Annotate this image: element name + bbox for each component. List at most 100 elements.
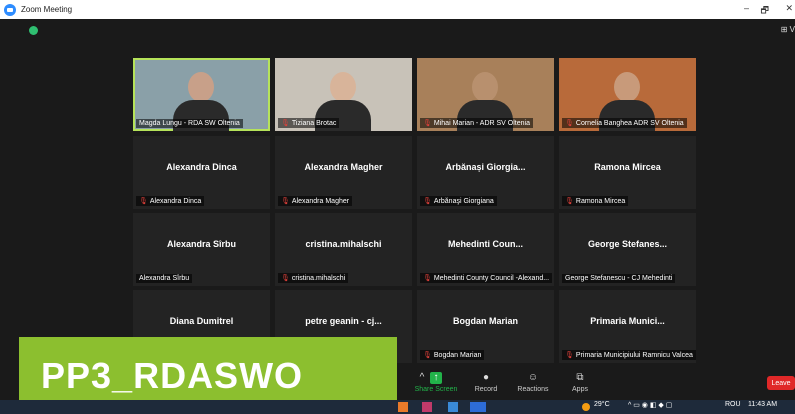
participant-nameplate: 🎙 Tiziana Brotac [278,118,340,128]
participant-video-figure [614,72,640,102]
muted-mic-icon: 🎙 [565,120,574,127]
title-bar: Zoom Meeting – 🗗 ✕ [0,0,795,19]
participant-tile[interactable]: 🎙 Cornelia Banghea ADR SV Oltenia [559,58,696,131]
participant-nameplate-label: Mehedinti County Council -Alexand... [433,275,550,282]
weather-icon [582,403,590,411]
participant-nameplate-label: Arbănaşi Giorgiana [433,198,494,205]
reactions-button[interactable]: ☺ Reactions [509,372,557,393]
participant-display-name: Ramona Mircea [594,162,661,172]
participant-display-name: Primaria Munici... [590,316,665,326]
participant-tile[interactable]: 🎙 Mihai Marian - ADR SV Oltenia [417,58,554,131]
participant-video-figure [472,72,498,102]
share-screen-label: Share Screen [414,386,458,393]
muted-mic-icon: 🎙 [281,120,290,127]
participant-tile[interactable]: Primaria Munici... 🎙 Primaria Municipiului… [559,290,696,363]
participant-display-name: cristina.mihalschi [305,239,382,249]
participant-tile[interactable]: cristina.mihalschi 🎙 cristina.mihalschi [275,213,412,286]
language-indicator[interactable]: ROU [725,401,741,408]
zoom-app-icon [4,3,16,16]
apps-icon: ⧉ [576,372,584,383]
participant-nameplate-label: Bogdan Marian [433,352,482,359]
participant-display-name: Diana Dumitrel [169,316,234,326]
close-button[interactable]: ✕ [785,3,793,14]
participant-nameplate-label: Alexandra Dinca [149,198,202,205]
participant-display-name: Alexandra Dinca [166,162,237,172]
record-icon: ● [482,372,490,383]
clock[interactable]: 11:43 AM [748,401,777,408]
participant-nameplate-label: Ramona Mircea [575,198,626,205]
participant-nameplate-label: Alexandra Magher [291,198,350,205]
participant-tile[interactable]: Arbănași Giorgia... 🎙 Arbănaşi Giorgiana [417,136,554,209]
apps-button[interactable]: ⧉ Apps [556,372,604,393]
muted-mic-icon: 🎙 [565,198,574,205]
participant-display-name: Alexandra Sîrbu [166,239,237,249]
record-button[interactable]: ● Record [462,372,510,393]
participant-nameplate-label: Alexandra Sîrbu [139,275,190,282]
apps-label: Apps [572,386,588,393]
reactions-icon: ☺ [527,372,539,383]
muted-mic-icon: 🎙 [565,352,574,359]
muted-mic-icon: 🎙 [281,275,290,282]
participant-nameplate: 🎙 Mihai Marian - ADR SV Oltenia [420,118,533,128]
participant-display-name: Mehedinti Coun... [448,239,523,249]
share-screen-button[interactable]: ↑ Share Screen [412,372,460,393]
participant-nameplate: 🎙 Alexandra Dinca [136,196,205,206]
participant-nameplate-label: Cornelia Banghea ADR SV Oltenia [575,120,684,127]
participant-nameplate: George Stefanescu - CJ Mehedinti [562,274,676,283]
participant-nameplate-label: Tiziana Brotac [291,120,337,127]
taskbar-app-icon[interactable] [422,402,432,412]
participant-display-name: Arbănași Giorgia... [445,162,526,172]
participant-tile[interactable]: Ramona Mircea 🎙 Ramona Mircea [559,136,696,209]
participant-tile[interactable]: Magda Lungu - RDA SW Oltenia [133,58,270,131]
participant-tile[interactable]: Mehedinti Coun... 🎙 Mehedinti County Counc… [417,213,554,286]
participant-nameplate: 🎙 cristina.mihalschi [278,273,349,283]
participant-display-name: George Stefanes... [587,239,668,249]
participant-nameplate: 🎙 Arbănaşi Giorgiana [420,196,497,206]
participant-nameplate: Alexandra Sîrbu [136,274,193,283]
participant-tile[interactable]: Alexandra Dinca 🎙 Alexandra Dinca [133,136,270,209]
reactions-label: Reactions [517,386,549,393]
participant-nameplate-label: Mihai Marian - ADR SV Oltenia [433,120,530,127]
muted-mic-icon: 🎙 [423,352,432,359]
participant-nameplate-label: cristina.mihalschi [291,275,346,282]
participant-display-name: Bogdan Marian [452,316,518,326]
participant-nameplate: 🎙 Alexandra Magher [278,196,353,206]
leave-button[interactable]: Leave [767,376,795,390]
participant-video-figure [330,72,356,102]
taskbar-app-icon[interactable] [470,402,486,412]
participant-nameplate: 🎙 Primaria Municipiului Ramnicu Valcea [562,350,696,360]
muted-mic-icon: 🎙 [281,198,290,205]
muted-mic-icon: 🎙 [423,120,432,127]
maximize-button[interactable]: 🗗 [761,3,769,19]
window-title: Zoom Meeting [21,5,73,14]
meeting-toolbar: ^ ↑ Share Screen ● Record ☺ Reactions ⧉ … [0,372,795,400]
windows-taskbar [0,400,795,414]
participant-nameplate-label: Magda Lungu - RDA SW Oltenia [139,120,240,127]
participant-nameplate: Magda Lungu - RDA SW Oltenia [136,119,243,128]
participant-nameplate-label: Primaria Municipiului Ramnicu Valcea [575,352,693,359]
participant-nameplate: 🎙 Mehedinti County Council -Alexand... [420,273,553,283]
participant-tile[interactable]: George Stefanes... George Stefanescu - CJ… [559,213,696,286]
taskbar-app-icon[interactable] [398,402,408,412]
participant-nameplate: 🎙 Cornelia Banghea ADR SV Oltenia [562,118,687,128]
muted-mic-icon: 🎙 [423,198,432,205]
record-label: Record [474,386,498,393]
participant-display-name: Alexandra Magher [304,162,383,172]
participant-nameplate: 🎙 Ramona Mircea [562,196,629,206]
participant-tile[interactable]: Alexandra Sîrbu Alexandra Sîrbu [133,213,270,286]
participant-tile[interactable]: 🎙 Tiziana Brotac [275,58,412,131]
view-button[interactable]: ⊞ V [781,25,795,34]
participant-video-figure [188,72,214,102]
share-screen-icon: ↑ [430,372,442,384]
participant-display-name: petre geanin - cj... [305,316,382,326]
participant-tile[interactable]: Alexandra Magher 🎙 Alexandra Magher [275,136,412,209]
participant-nameplate: 🎙 Bogdan Marian [420,350,485,360]
minimize-button[interactable]: – [744,3,749,13]
muted-mic-icon: 🎙 [139,198,148,205]
temperature-readout[interactable]: 29°C [594,401,610,408]
encryption-shield-icon[interactable] [29,26,38,35]
participant-tile[interactable]: Bogdan Marian 🎙 Bogdan Marian [417,290,554,363]
muted-mic-icon: 🎙 [423,275,432,282]
tray-icons[interactable]: ^ ▭ ◉ ◧ ◆ ▢ [628,401,672,409]
taskbar-app-icon[interactable] [448,402,458,412]
